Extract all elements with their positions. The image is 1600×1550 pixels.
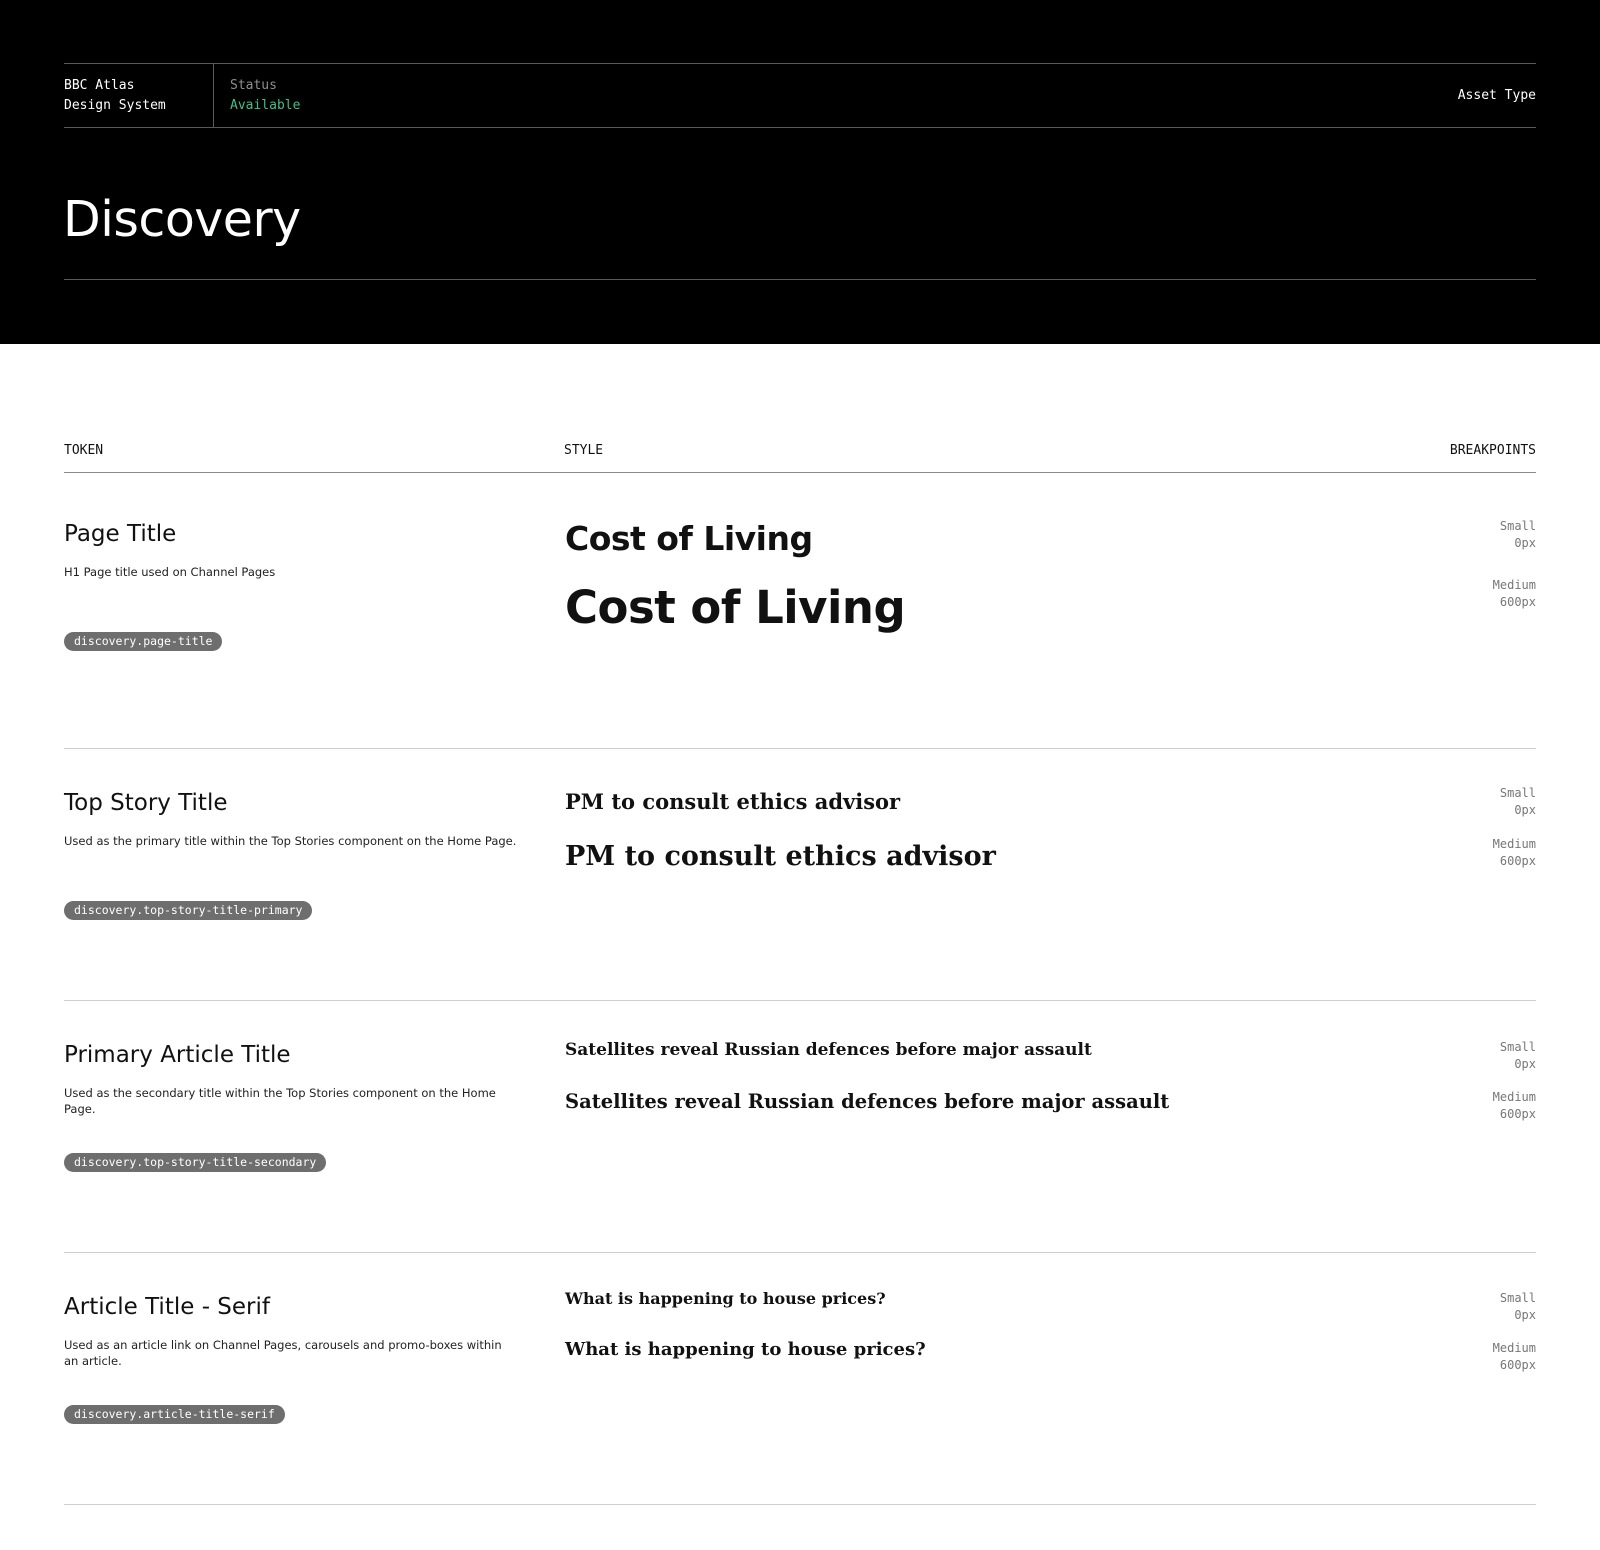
column-header-breakpoints: BREAKPOINTS (1449, 443, 1536, 458)
column-header-token: TOKEN (64, 443, 104, 458)
brand-name: BBC Atlas (64, 78, 135, 93)
row-divider (64, 1504, 1536, 1505)
token-id-badge[interactable]: discovery.page-title (64, 632, 223, 651)
token-name: Article Title - Serif (64, 1294, 271, 1320)
style-sample-medium: PM to consult ethics advisor (565, 841, 996, 872)
token-description: Used as the primary title within the Top… (64, 834, 517, 848)
breakpoint-value: 600px (1499, 1107, 1536, 1121)
breakpoint-value: 0px (1514, 1057, 1536, 1071)
token-name: Primary Article Title (64, 1042, 291, 1068)
breakpoint-label: Medium (1492, 578, 1536, 592)
breakpoint-value: 600px (1499, 854, 1536, 868)
page-header: BBC Atlas Design System Status Available… (0, 0, 1600, 344)
token-id-badge[interactable]: discovery.top-story-title-primary (64, 901, 313, 920)
breakpoint-medium: Medium 600px (1493, 1089, 1536, 1123)
breakpoint-value: 0px (1514, 1308, 1536, 1322)
brand-subtitle: Design System (64, 98, 166, 113)
token-name: Page Title (64, 521, 177, 547)
breakpoint-small: Small 0px (1500, 1039, 1536, 1073)
token-description: H1 Page title used on Channel Pages (64, 565, 276, 579)
token-id-badge[interactable]: discovery.article-title-serif (64, 1405, 285, 1424)
style-sample-small: What is happening to house prices? (565, 1289, 886, 1308)
table-header: TOKEN STYLE BREAKPOINTS (64, 440, 1536, 473)
breakpoint-small: Small 0px (1500, 518, 1536, 552)
brand-logo-link[interactable]: BBC Atlas Design System (64, 64, 214, 127)
breakpoint-value: 0px (1514, 803, 1536, 817)
style-sample-medium: What is happening to house prices? (565, 1339, 926, 1360)
breakpoint-label: Medium (1492, 1341, 1536, 1355)
breakpoint-small: Small 0px (1500, 785, 1536, 819)
breakpoint-label: Small (1499, 1040, 1536, 1054)
breakpoint-value: 600px (1499, 1358, 1536, 1372)
header-divider (64, 279, 1536, 280)
row-divider (64, 1000, 1536, 1001)
style-sample-small: PM to consult ethics advisor (565, 789, 901, 814)
status-value: Available (230, 98, 301, 113)
token-name: Top Story Title (64, 790, 228, 816)
style-sample-small: Satellites reveal Russian defences befor… (565, 1040, 1092, 1060)
row-divider (64, 748, 1536, 749)
style-sample-medium: Cost of Living (565, 581, 906, 634)
breakpoint-label: Medium (1492, 1090, 1536, 1104)
breakpoint-label: Small (1499, 786, 1536, 800)
header-meta-bar: BBC Atlas Design System Status Available… (64, 63, 1536, 128)
style-sample-medium: Satellites reveal Russian defences befor… (565, 1090, 1170, 1113)
breakpoint-label: Medium (1492, 837, 1536, 851)
breakpoint-small: Small 0px (1500, 1290, 1536, 1324)
asset-type-label: Asset Type (1457, 88, 1536, 103)
token-description: Used as the secondary title within the T… (64, 1086, 496, 1116)
token-id-badge[interactable]: discovery.top-story-title-secondary (64, 1153, 327, 1172)
page-title: Discovery (63, 191, 301, 248)
breakpoint-value: 0px (1514, 536, 1536, 550)
breakpoint-medium: Medium 600px (1493, 1340, 1536, 1374)
row-divider (64, 1252, 1536, 1253)
status-block: Status Available (230, 76, 300, 116)
token-description: Used as an article link on Channel Pages… (64, 1338, 502, 1368)
breakpoint-value: 600px (1499, 595, 1536, 609)
column-header-style: STYLE (564, 443, 604, 458)
breakpoint-medium: Medium 600px (1493, 577, 1536, 611)
breakpoint-label: Small (1499, 1291, 1536, 1305)
status-label: Status (230, 78, 277, 93)
breakpoint-medium: Medium 600px (1493, 836, 1536, 870)
style-sample-small: Cost of Living (565, 519, 813, 558)
breakpoint-label: Small (1499, 519, 1536, 533)
